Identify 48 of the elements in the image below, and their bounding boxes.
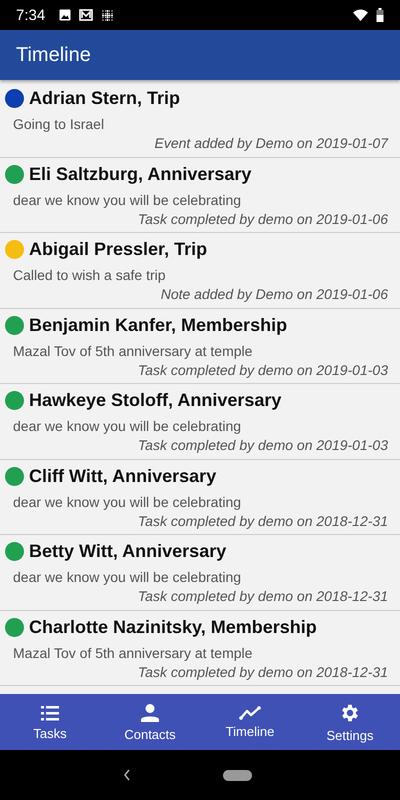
wifi-icon <box>353 9 368 21</box>
event-footer: Task completed by demo on 2018-12-31 <box>138 664 388 680</box>
event-title: Adrian Stern, Trip <box>29 88 180 109</box>
event-note: Going to Israel <box>13 116 106 132</box>
event-title: Betty Witt, Anniversary <box>29 541 226 562</box>
event-footer: Task completed by demo on 2018-12-31 <box>138 512 388 528</box>
timeline-item[interactable]: Hawkeye Stoloff, Anniversary dear we know you will be celebrating Task completed by demo on 2019-01-03 <box>0 384 400 460</box>
trend-line-icon <box>239 706 261 720</box>
screen-title: Timeline <box>16 44 91 66</box>
event-note: dear we know you will be celebrating <box>13 192 242 208</box>
event-title: Benjamin Kanfer, Membership <box>29 314 288 336</box>
image-icon <box>59 9 72 21</box>
event-note: dear we know you will be celebrating <box>13 494 242 510</box>
status-time: 7:34 <box>16 6 46 24</box>
list-icon <box>40 704 60 722</box>
timeline-item[interactable]: Eli Saltzburg, Anniversary dear we know you will be celebrating Task completed by demo on 2019-01-06 <box>0 158 400 233</box>
event-footer: Task completed by demo on 2018-12-31 <box>138 588 388 604</box>
nav-tab[interactable]: Contacts <box>100 694 200 750</box>
event-title: Abigail Pressler, Trip <box>29 239 208 260</box>
timeline-item[interactable]: Charlotte Nazinitsky, Membership Mazal Tov of 5th anniversary at temple Task completed by demo on 2018-12-31 <box>0 610 400 686</box>
event-note: Mazal Tov of 5th anniversary at temple <box>13 644 254 660</box>
timeline-item[interactable]: Cliff Witt, Anniversary dear we know you will be celebrating Task completed by demo on 2018-12-31 <box>0 460 400 535</box>
event-footer: Note added by Demo on 2019-01-06 <box>160 286 388 302</box>
event-title: Cliff Witt, Anniversary <box>29 466 216 486</box>
event-title: Charlotte Nazinitsky, Membership <box>29 616 317 638</box>
event-title: Eli Saltzburg, Anniversary <box>29 164 252 184</box>
event-note: dear we know you will be celebrating <box>13 569 242 585</box>
event-footer: Task completed by demo on 2019-01-03 <box>138 362 388 378</box>
event-note: Mazal Tov of 5th anniversary at temple <box>13 342 254 358</box>
timeline-item[interactable]: Adrian Stern, Trip Going to Israel Event added by Demo on 2019-01-07 <box>0 82 400 158</box>
home-button[interactable] <box>222 770 252 780</box>
event-footer: Event added by Demo on 2019-01-07 <box>154 135 388 151</box>
battery-icon <box>376 8 384 22</box>
nav-tab[interactable]: Settings <box>300 694 400 750</box>
event-note: dear we know you will be celebrating <box>13 418 242 434</box>
event-footer: Task completed by demo on 2019-01-06 <box>138 210 388 226</box>
event-note: Called to wish a safe trip <box>13 267 167 283</box>
event-title: Hawkeye Stoloff, Anniversary <box>29 390 282 411</box>
timeline-item[interactable]: Betty Witt, Anniversary dear we know you will be celebrating Task completed by demo on 2018-12-31 <box>0 535 400 610</box>
timeline-item[interactable]: Abigail Pressler, Trip Called to wish a safe trip Note added by Demo on 2019-01-06 <box>0 233 400 308</box>
event-footer: Task completed by demo on 2019-01-03 <box>138 437 388 453</box>
person-icon <box>140 702 160 722</box>
nav-tab[interactable]: Tasks <box>0 694 100 750</box>
back-icon[interactable] <box>122 769 130 781</box>
mail-icon <box>79 9 94 21</box>
timeline-item[interactable]: Benjamin Kanfer, Membership Mazal Tov of 5th anniversary at temple Task completed by demo on 2019-01-03 <box>0 308 400 384</box>
nav-tab[interactable]: Timeline <box>200 694 300 750</box>
grid-dots-icon <box>101 8 114 22</box>
